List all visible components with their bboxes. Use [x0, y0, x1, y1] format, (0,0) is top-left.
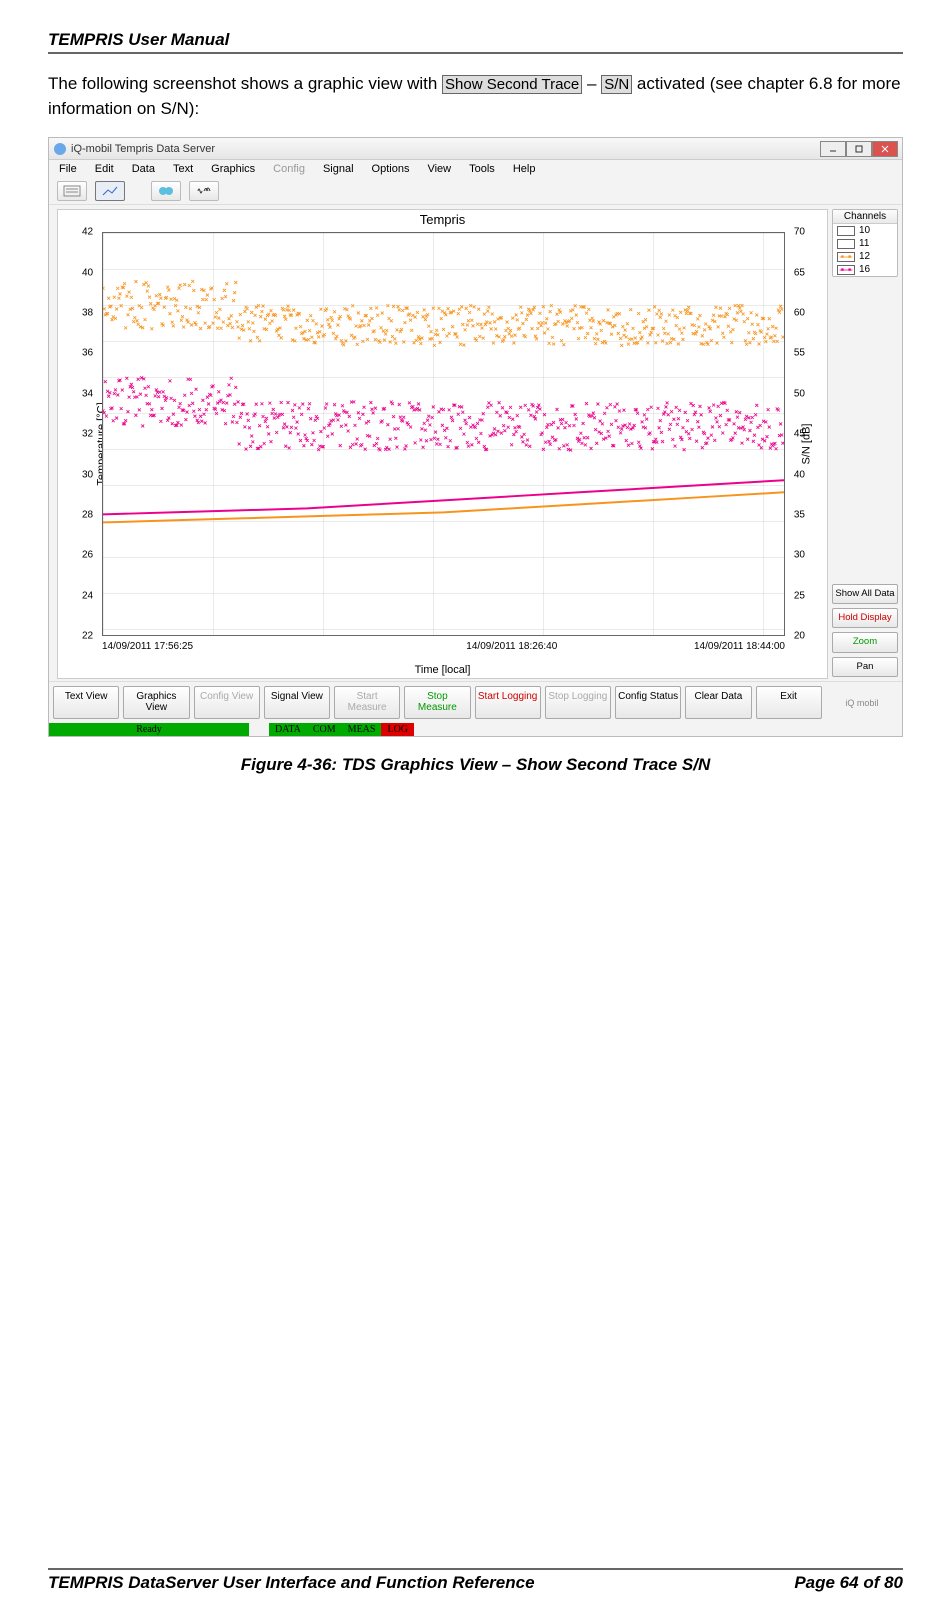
ytick-left: 42	[82, 227, 93, 238]
channel-swatch	[837, 239, 855, 249]
channel-row-16[interactable]: 16	[833, 263, 897, 276]
boxed-sn: S/N	[601, 75, 632, 94]
channel-swatch	[837, 226, 855, 236]
channel-row-12[interactable]: 12	[833, 250, 897, 263]
btn-graphics-view[interactable]: Graphics View	[123, 686, 189, 719]
status-log: LOG	[381, 723, 414, 736]
menu-view[interactable]: View	[427, 163, 451, 175]
ytick-left: 26	[82, 550, 93, 561]
minimize-button[interactable]	[820, 141, 846, 157]
menu-config[interactable]: Config	[273, 163, 305, 175]
footer-right: Page 64 of 80	[794, 1573, 903, 1593]
menu-options[interactable]: Options	[372, 163, 410, 175]
status-meas: MEAS	[342, 723, 382, 736]
hold-display-button[interactable]: Hold Display	[832, 608, 898, 628]
toolbar-text-view-icon[interactable]	[57, 181, 87, 201]
ytick-right: 40	[794, 469, 805, 480]
channels-panel-title: Channels	[833, 210, 897, 224]
ytick-left: 24	[82, 590, 93, 601]
menu-text[interactable]: Text	[173, 163, 193, 175]
chart-title: Tempris	[58, 210, 827, 229]
logo: iQ mobil	[826, 686, 898, 719]
channel-label: 10	[859, 225, 870, 236]
ytick-right: 50	[794, 388, 805, 399]
maximize-button[interactable]	[846, 141, 872, 157]
btn-signal-view[interactable]: Signal View	[264, 686, 330, 719]
chart-plot[interactable]	[102, 232, 785, 636]
app-icon	[53, 142, 67, 156]
channel-row-11[interactable]: 11	[833, 237, 897, 250]
ytick-right: 45	[794, 429, 805, 440]
xtick: 14/09/2011 18:44:00	[694, 641, 785, 652]
toolbar-sensor-icon[interactable]	[151, 181, 181, 201]
status-ready: Ready	[49, 723, 249, 736]
status-data: DATA	[269, 723, 307, 736]
ytick-left: 40	[82, 267, 93, 278]
bottom-button-row: Text ViewGraphics ViewConfig ViewSignal …	[49, 681, 902, 723]
ytick-right: 70	[794, 227, 805, 238]
channel-row-10[interactable]: 10	[833, 224, 897, 237]
menu-file[interactable]: File	[59, 163, 77, 175]
channel-swatch	[837, 265, 855, 275]
chart-area: Tempris Temperature [°C] S/N [dB] Time […	[57, 209, 828, 679]
toolbar-graphics-view-icon[interactable]	[95, 181, 125, 201]
window-title: iQ-mobil Tempris Data Server	[71, 143, 820, 155]
channel-label: 16	[859, 264, 870, 275]
close-button[interactable]	[872, 141, 898, 157]
btn-stop-measure[interactable]: Stop Measure	[404, 686, 470, 719]
intro-paragraph: The following screenshot shows a graphic…	[48, 72, 903, 121]
ytick-left: 38	[82, 308, 93, 319]
btn-config-status[interactable]: Config Status	[615, 686, 681, 719]
toolbar	[49, 178, 902, 205]
menu-help[interactable]: Help	[513, 163, 536, 175]
menu-signal[interactable]: Signal	[323, 163, 354, 175]
channel-label: 11	[859, 238, 869, 249]
toolbar-signal-icon[interactable]	[189, 181, 219, 201]
xtick: 14/09/2011 17:56:25	[102, 641, 193, 652]
btn-start-measure: Start Measure	[334, 686, 400, 719]
ytick-left: 30	[82, 469, 93, 480]
btn-start-logging[interactable]: Start Logging	[475, 686, 541, 719]
menu-data[interactable]: Data	[132, 163, 155, 175]
channel-swatch	[837, 252, 855, 262]
ytick-left: 22	[82, 631, 93, 642]
ytick-right: 55	[794, 348, 805, 359]
xtick: 14/09/2011 18:26:40	[466, 641, 557, 652]
status-com: COM	[307, 723, 342, 736]
channels-panel: Channels 10 11 12 16	[832, 209, 898, 277]
ytick-left: 36	[82, 348, 93, 359]
ytick-right: 30	[794, 550, 805, 561]
ytick-left: 32	[82, 429, 93, 440]
ytick-left: 28	[82, 510, 93, 521]
footer-left: TEMPRIS DataServer User Interface and Fu…	[48, 1573, 535, 1593]
menu-edit[interactable]: Edit	[95, 163, 114, 175]
btn-config-view: Config View	[194, 686, 260, 719]
status-bar: Ready DATA COM MEAS LOG	[49, 723, 902, 736]
btn-exit[interactable]: Exit	[756, 686, 822, 719]
figure-caption: Figure 4-36: TDS Graphics View – Show Se…	[48, 755, 903, 775]
window-titlebar: iQ-mobil Tempris Data Server	[49, 138, 902, 160]
channel-label: 12	[859, 251, 870, 262]
intro-text-2: –	[582, 74, 601, 93]
x-axis-label: Time [local]	[58, 664, 827, 676]
boxed-show-second-trace: Show Second Trace	[442, 75, 582, 94]
ytick-right: 20	[794, 631, 805, 642]
pan-button[interactable]: Pan	[832, 657, 898, 677]
btn-clear-data[interactable]: Clear Data	[685, 686, 751, 719]
menubar: File Edit Data Text Graphics Config Signal Opti…	[49, 160, 902, 178]
ytick-right: 25	[794, 590, 805, 601]
ytick-right: 60	[794, 308, 805, 319]
menu-graphics[interactable]: Graphics	[211, 163, 255, 175]
btn-stop-logging: Stop Logging	[545, 686, 611, 719]
menu-tools[interactable]: Tools	[469, 163, 495, 175]
btn-text-view[interactable]: Text View	[53, 686, 119, 719]
ytick-left: 34	[82, 388, 93, 399]
ytick-right: 35	[794, 510, 805, 521]
show-all-data-button[interactable]: Show All Data	[832, 584, 898, 604]
doc-header: TEMPRIS User Manual	[48, 30, 229, 49]
zoom-button[interactable]: Zoom	[832, 632, 898, 652]
screenshot: iQ-mobil Tempris Data Server File Edit Dat…	[48, 137, 903, 737]
intro-text-1: The following screenshot shows a graphic…	[48, 74, 442, 93]
ytick-right: 65	[794, 267, 805, 278]
